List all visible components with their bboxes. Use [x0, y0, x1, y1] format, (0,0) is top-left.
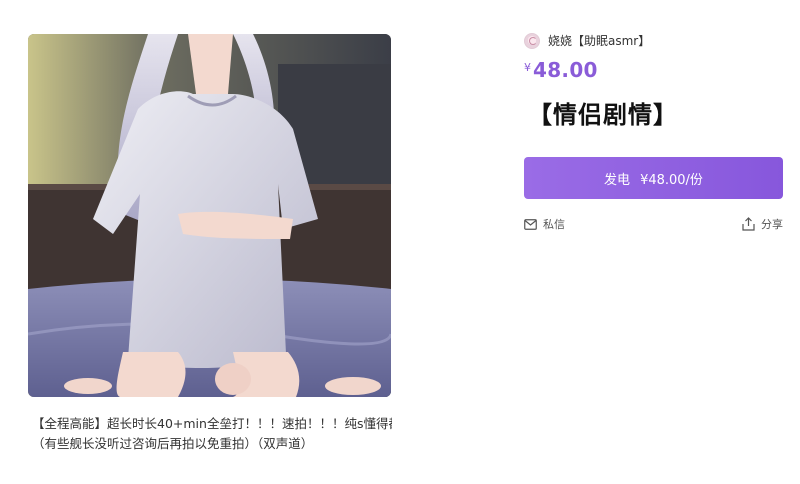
product-page: 【全程高能】超长时长40+min全垒打！！！速拍！！！纯s懂得都懂 （有些舰长没… [0, 0, 800, 484]
seller-name[interactable]: 娆娆【助眠asmr】 [548, 32, 650, 49]
charge-button-label: 发电 [604, 172, 631, 188]
seller-avatar-icon[interactable] [524, 32, 540, 49]
currency-symbol: ¥ [524, 61, 531, 74]
share-icon [742, 217, 755, 231]
charge-button-price: ¥48.00/份 [640, 172, 703, 188]
description-line-2: （有些舰长没听过咨询后再拍以免重拍）（双声道） [32, 436, 314, 451]
private-message-button[interactable]: 私信 [524, 216, 565, 232]
price-value: 48.00 [533, 58, 598, 82]
product-title: 【情侣剧情】 [528, 101, 678, 129]
price: ¥ 48.00 [524, 58, 598, 82]
share-button[interactable]: 分享 [742, 216, 783, 232]
seller-info[interactable]: 娆娆【助眠asmr】 [524, 32, 650, 49]
charge-button[interactable]: 发电 ¥48.00/份 [524, 157, 783, 199]
mail-icon [524, 218, 537, 230]
product-cover-image[interactable] [28, 34, 391, 397]
share-label: 分享 [761, 218, 783, 231]
private-message-label: 私信 [543, 218, 565, 231]
description-line-1: 【全程高能】超长时长40+min全垒打！！！速拍！！！纯s懂得都懂 [32, 416, 392, 431]
product-description: 【全程高能】超长时长40+min全垒打！！！速拍！！！纯s懂得都懂 （有些舰长没… [32, 414, 392, 454]
anime-girl-illustration [28, 34, 391, 397]
